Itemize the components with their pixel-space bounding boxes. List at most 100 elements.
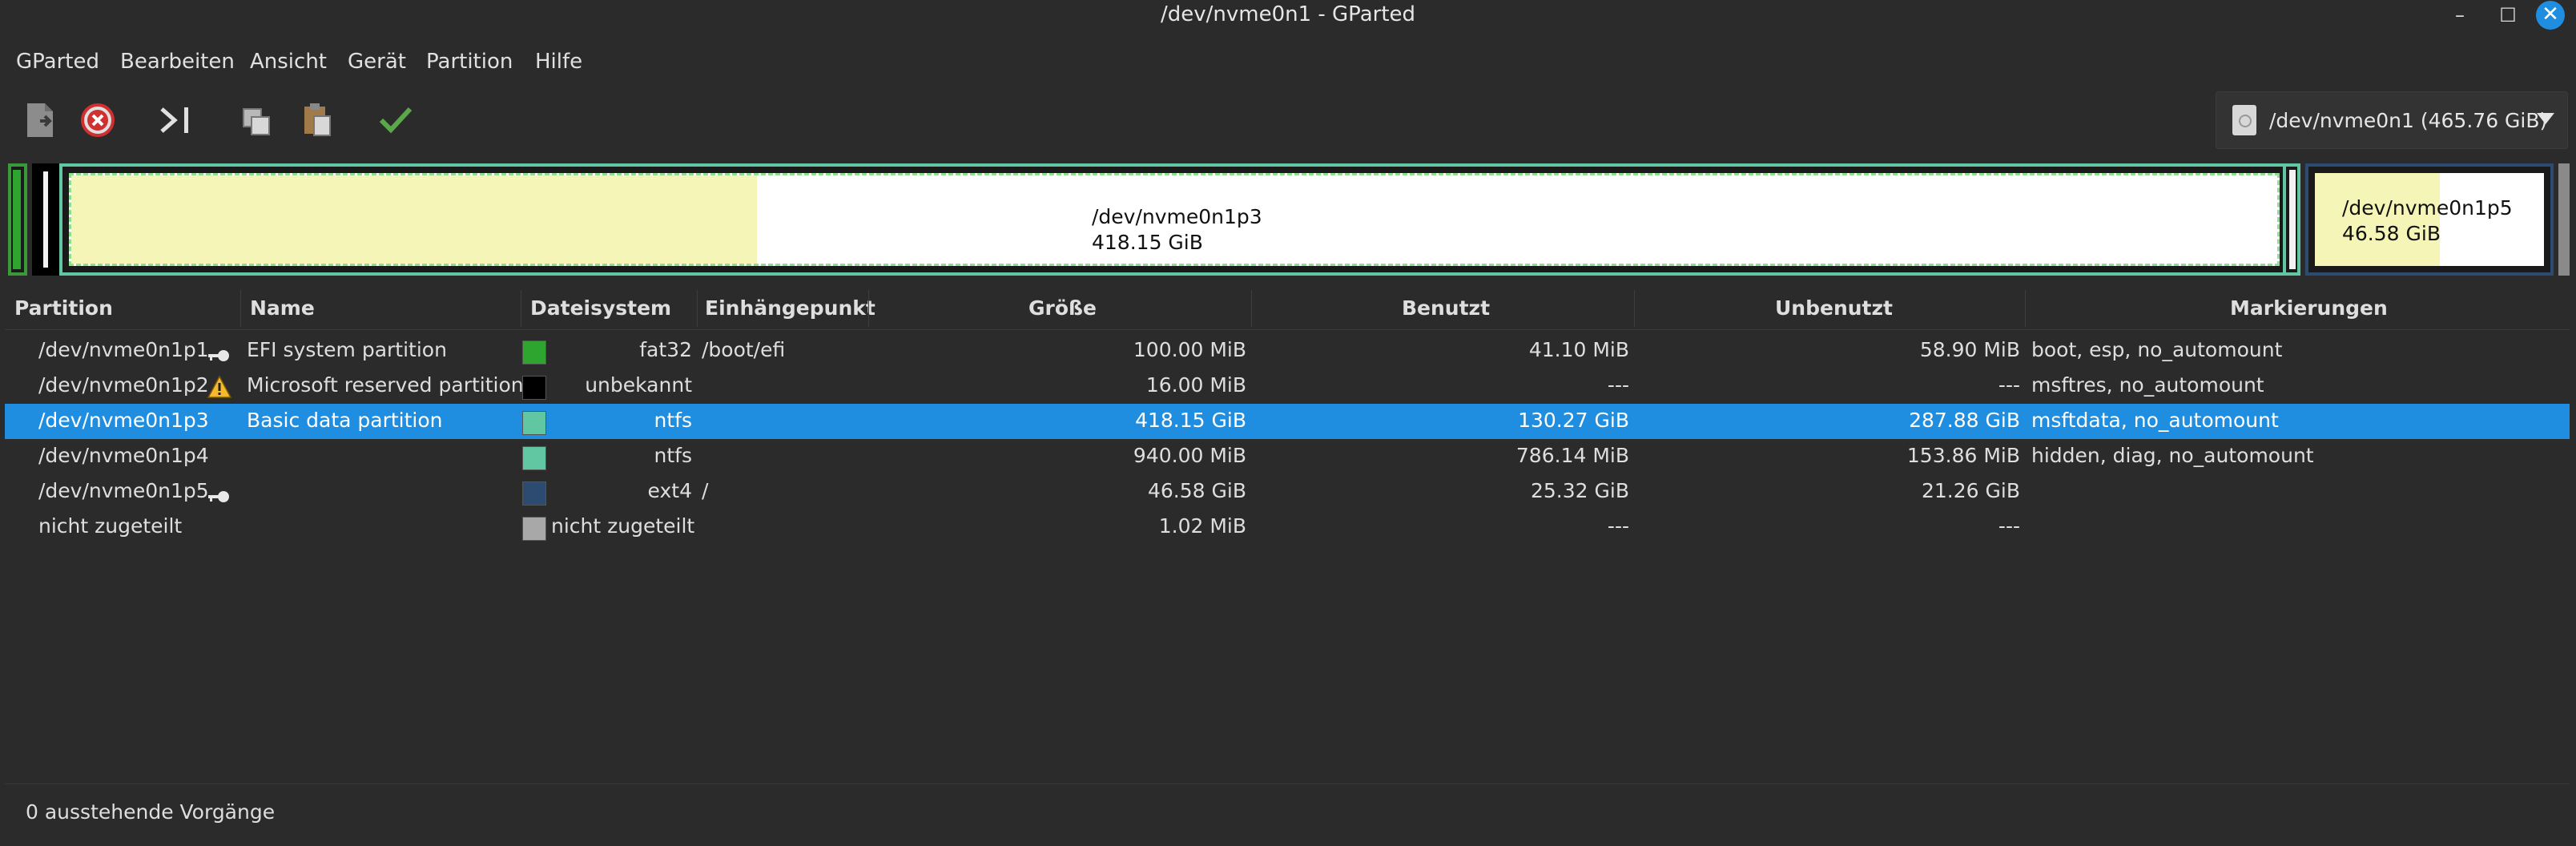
diskmap-partition-p3[interactable]: /dev/nvme0n1p3 418.15 GiB (59, 163, 2289, 276)
filesystem-color-swatch (522, 411, 546, 435)
column-header-mountpoint[interactable]: Einhängepunkt (705, 296, 875, 320)
cell-partition: /dev/nvme0n1p3 (38, 409, 209, 432)
table-row[interactable]: nicht zugeteilt nicht zugeteilt 1.02 MiB --… (5, 510, 2570, 545)
menu-partition[interactable]: Partition (426, 50, 513, 74)
filesystem-color-swatch (522, 340, 546, 365)
cell-flags: msftdata, no_automount (2031, 409, 2279, 432)
column-header-used[interactable]: Benutzt (1402, 296, 1490, 320)
cell-unused: 58.90 MiB (1919, 338, 2020, 361)
cell-used: --- (1607, 373, 1629, 397)
partition-table: Partition Name Dateisystem Einhängepunkt… (5, 287, 2570, 779)
cell-flags: msftres, no_automount (2031, 373, 2264, 397)
diskmap-unallocated[interactable] (2558, 163, 2570, 276)
column-header-filesystem[interactable]: Dateisystem (530, 296, 671, 320)
menu-geraet[interactable]: Gerät (348, 50, 406, 74)
resize-move-icon[interactable] (154, 98, 199, 143)
cell-name: Microsoft reserved partition (247, 373, 524, 397)
cell-partition: /dev/nvme0n1p1 (38, 338, 209, 361)
cell-flags: boot, esp, no_automount (2031, 338, 2283, 361)
cell-used: --- (1607, 514, 1629, 538)
key-icon (207, 344, 231, 361)
cell-unused: 287.88 GiB (1909, 409, 2020, 432)
filesystem-color-swatch (522, 481, 546, 506)
cell-name: Basic data partition (247, 409, 443, 432)
column-header-flags[interactable]: Markierungen (2230, 296, 2388, 320)
filesystem-color-swatch (522, 517, 546, 541)
diskmap-partition-p2[interactable] (32, 163, 59, 276)
table-header: Partition Name Dateisystem Einhängepunkt… (5, 287, 2570, 330)
menu-hilfe[interactable]: Hilfe (535, 50, 582, 74)
menu-ansicht[interactable]: Ansicht (250, 50, 327, 74)
diskmap-partition-p4[interactable] (2283, 163, 2300, 276)
cell-filesystem: fat32 (639, 338, 692, 361)
disk-map: /dev/nvme0n1p3 418.15 GiB /dev/nvme0n1p5… (8, 163, 2570, 276)
cell-unused: 21.26 GiB (1922, 479, 2020, 502)
table-row[interactable]: /dev/nvme0n1p1 EFI system partition fat32 /… (5, 333, 2570, 369)
cell-used: 25.32 GiB (1531, 479, 1629, 502)
menu-bar: GParted Bearbeiten Ansicht Gerät Partiti… (0, 45, 2576, 80)
minimize-icon[interactable]: – (2448, 3, 2472, 27)
cell-partition: /dev/nvme0n1p2 (38, 373, 209, 397)
table-row[interactable]: /dev/nvme0n1p5 ext4 / 46.58 GiB 25.32 GiB 21.… (5, 474, 2570, 510)
cell-size: 16.00 MiB (1145, 373, 1246, 397)
diskmap-p3-size: 418.15 GiB (1092, 231, 1203, 254)
table-row[interactable]: /dev/nvme0n1p3 Basic data partition ntfs 41… (5, 404, 2570, 439)
column-header-name[interactable]: Name (250, 296, 315, 320)
cell-filesystem: ntfs (654, 444, 692, 467)
cell-filesystem: unbekannt (585, 373, 692, 397)
delete-icon[interactable] (75, 98, 120, 143)
cell-unused: --- (1998, 373, 2020, 397)
warning-icon (207, 375, 232, 399)
disk-icon (2232, 105, 2256, 135)
cell-flags: hidden, diag, no_automount (2031, 444, 2314, 467)
menu-bearbeiten[interactable]: Bearbeiten (120, 50, 235, 74)
menu-gparted[interactable]: GParted (16, 50, 99, 74)
cell-used: 130.27 GiB (1518, 409, 1629, 432)
key-icon (207, 485, 231, 502)
cell-size: 940.00 MiB (1133, 444, 1246, 467)
new-partition-icon[interactable] (18, 98, 62, 143)
close-icon[interactable]: ✕ (2536, 1, 2565, 30)
used-space-bar (71, 175, 758, 264)
diskmap-p5-name: /dev/nvme0n1p5 (2342, 196, 2513, 220)
filesystem-color-swatch (522, 446, 546, 470)
table-row[interactable]: /dev/nvme0n1p4 ntfs 940.00 MiB 786.14 MiB 15… (5, 439, 2570, 474)
cell-used: 41.10 MiB (1528, 338, 1629, 361)
chevron-down-icon (2537, 113, 2554, 124)
cell-mountpoint: / (702, 479, 709, 502)
cell-size: 46.58 GiB (1148, 479, 1246, 502)
cell-filesystem: ext4 (647, 479, 692, 502)
cell-unused: --- (1998, 514, 2020, 538)
column-header-partition[interactable]: Partition (14, 296, 113, 320)
diskmap-partition-p5[interactable]: /dev/nvme0n1p5 46.58 GiB (2305, 163, 2554, 276)
cell-size: 100.00 MiB (1133, 338, 1246, 361)
title-bar: /dev/nvme0n1 - GParted – ☐ ✕ (0, 0, 2576, 32)
status-bar: 0 ausstehende Vorgänge (5, 784, 2570, 840)
cell-partition: /dev/nvme0n1p5 (38, 479, 209, 502)
device-selector[interactable]: /dev/nvme0n1 (465.76 GiB) (2216, 91, 2568, 149)
pending-operations-label: 0 ausstehende Vorgänge (26, 800, 276, 824)
device-selector-label: /dev/nvme0n1 (465.76 GiB) (2269, 108, 2548, 132)
apply-icon[interactable] (373, 98, 418, 143)
cell-size: 418.15 GiB (1135, 409, 1246, 432)
paste-icon[interactable] (295, 98, 340, 143)
cell-partition: nicht zugeteilt (38, 514, 183, 538)
cell-used: 786.14 MiB (1515, 444, 1629, 467)
column-header-unused[interactable]: Unbenutzt (1775, 296, 1893, 320)
diskmap-partition-p1[interactable] (8, 163, 27, 276)
table-row[interactable]: /dev/nvme0n1p2 Microsoft reserved partiti… (5, 369, 2570, 404)
toolbar (0, 90, 2576, 151)
diskmap-p5-size: 46.58 GiB (2342, 222, 2441, 245)
cell-unused: 153.86 MiB (1906, 444, 2020, 467)
copy-icon[interactable] (234, 98, 279, 143)
cell-filesystem: ntfs (654, 409, 692, 432)
cell-mountpoint: /boot/efi (702, 338, 786, 361)
window-title: /dev/nvme0n1 - GParted (1160, 2, 1416, 26)
filesystem-color-swatch (522, 376, 546, 400)
cell-filesystem: nicht zugeteilt (551, 514, 695, 538)
maximize-icon[interactable]: ☐ (2496, 3, 2520, 27)
cell-name: EFI system partition (247, 338, 447, 361)
cell-size: 1.02 MiB (1158, 514, 1246, 538)
column-header-size[interactable]: Größe (1028, 296, 1097, 320)
diskmap-p3-name: /dev/nvme0n1p3 (1092, 205, 1262, 228)
